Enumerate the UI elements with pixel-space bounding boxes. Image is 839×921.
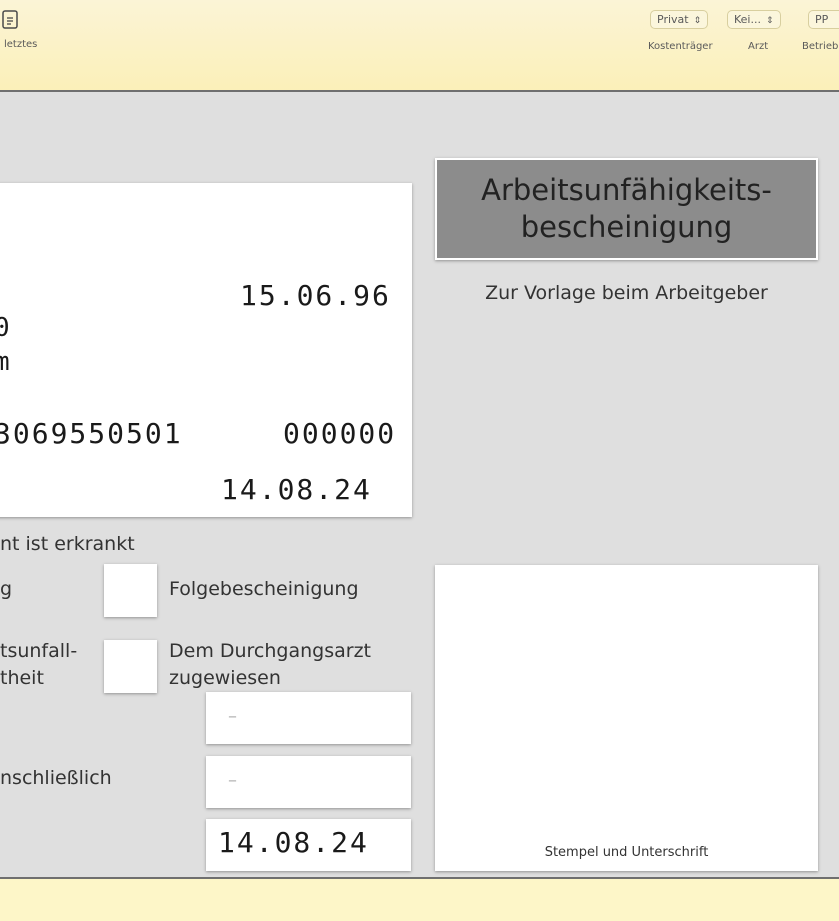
birth-date: 15.06.96 [240,279,391,312]
accident-label-line1: tsunfall- [0,640,78,662]
until-label: nschließlich [0,767,112,789]
follow-certificate-checkbox[interactable] [104,564,157,617]
stamp-caption: Stempel und Unterschrift [544,845,709,860]
issue-date: 14.08.24 [221,473,372,506]
doctor-value: Kei... [734,13,761,26]
practice-label: Betrieb [802,41,839,52]
practice-value: PP [815,13,829,26]
doctor-label: Arzt [748,41,769,52]
status-text: nt ist erkrankt [0,533,135,555]
patient-card[interactable]: 15.06.96 0 m 3069550501 000000 14.08.24 [0,183,412,517]
follow-certificate-label: Folgebescheinigung [169,578,359,600]
since-date-field[interactable]: – [206,692,411,744]
durchgangsarzt-label-line2: zugewiesen [169,667,281,689]
determined-date-value: 14.08.24 [218,826,369,859]
form-title: Arbeitsunfähigkeits- bescheinigung [435,158,818,260]
toolbar: letztes Privat ⇕ Kostenträger Kei... ⇕ Arz… [0,0,839,92]
payer-select[interactable]: Privat ⇕ [650,10,709,29]
form-title-line1: Arbeitsunfähigkeits- [481,173,772,207]
chevron-updown-icon: ⇕ [693,16,702,26]
until-date-field[interactable]: – [206,756,411,808]
practice-select[interactable]: PP [808,10,839,29]
until-date-value: – [228,770,237,791]
payer-value: Privat [657,13,689,26]
since-date-value: – [228,706,237,727]
patient-line-b: m [0,347,12,377]
document-icon[interactable] [0,9,22,31]
accident-label-line2: theit [0,667,44,689]
first-certificate-label: g [0,578,13,600]
patient-line-a: 0 [0,313,12,343]
form-title-line2: bescheinigung [520,210,733,244]
status-number: 000000 [283,417,397,450]
last-label[interactable]: letztes [4,39,37,50]
stamp-signature-box[interactable]: Stempel und Unterschrift [435,565,818,871]
chevron-updown-icon: ⇕ [765,16,774,26]
durchgangsarzt-label-line1: Dem Durchgangsarzt [169,640,372,662]
insurance-number: 3069550501 [0,417,183,450]
form-subtitle: Zur Vorlage beim Arbeitgeber [485,282,768,304]
durchgangsarzt-checkbox[interactable] [104,640,157,693]
determined-date-field[interactable]: 14.08.24 [206,819,411,871]
doctor-select[interactable]: Kei... ⇕ [727,10,781,29]
payer-label: Kostenträger [648,41,713,52]
